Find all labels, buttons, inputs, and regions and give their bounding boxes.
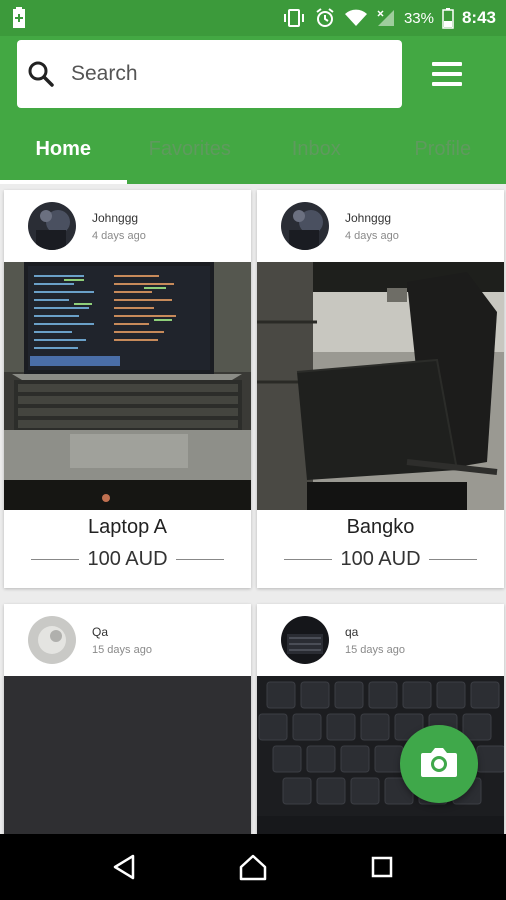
card-header: Johnggg 4 days ago (4, 190, 251, 262)
card-header: qa 15 days ago (257, 604, 504, 676)
search-input[interactable] (71, 62, 371, 86)
back-icon (114, 854, 135, 880)
listing-card[interactable]: Johnggg 4 days ago Bangko 100 AUD (257, 190, 504, 588)
hamburger-icon (432, 62, 462, 66)
listing-title[interactable]: Bangko (257, 516, 504, 540)
search-bar[interactable] (17, 40, 402, 108)
divider (284, 559, 333, 560)
listing-photo[interactable] (257, 262, 504, 510)
divider (31, 559, 80, 560)
system-nav-bar (0, 834, 506, 900)
avatar[interactable] (28, 616, 76, 664)
recents-button[interactable] (362, 847, 402, 887)
battery-saver-icon (10, 6, 28, 30)
listing-title[interactable]: Laptop A (4, 516, 251, 540)
username[interactable]: qa (345, 625, 405, 639)
price-row: 100 AUD (4, 548, 251, 571)
camera-fab[interactable] (400, 725, 478, 803)
home-button[interactable] (233, 847, 273, 887)
recents-icon (371, 856, 392, 878)
card-header: Johnggg 4 days ago (257, 190, 504, 262)
battery-percent: 33% (403, 9, 434, 27)
tab-profile[interactable]: Profile (380, 114, 506, 184)
username[interactable]: Johnggg (345, 211, 399, 225)
vibrate-icon (282, 8, 306, 28)
listing-price: 100 AUD (340, 548, 421, 570)
wifi-icon (344, 8, 368, 28)
listing-card[interactable]: qa 15 days ago (257, 604, 504, 834)
search-icon[interactable] (25, 58, 57, 90)
camera-icon (419, 745, 459, 784)
divider (428, 559, 477, 560)
listing-card[interactable]: Johnggg 4 days ago Laptop A 100 AUD (4, 190, 251, 588)
price-row: 100 AUD (257, 548, 504, 571)
battery-icon (442, 7, 454, 29)
tab-bar: Home Favorites Inbox Profile (0, 114, 506, 184)
tab-home[interactable]: Home (0, 114, 127, 184)
listing-price: 100 AUD (87, 548, 168, 570)
avatar[interactable] (281, 202, 329, 250)
tab-inbox[interactable]: Inbox (253, 114, 380, 184)
listing-photo[interactable] (4, 676, 251, 834)
alarm-icon (314, 7, 336, 29)
tab-favorites[interactable]: Favorites (127, 114, 254, 184)
divider (175, 559, 224, 560)
post-time: 4 days ago (92, 229, 146, 242)
back-button[interactable] (104, 847, 144, 887)
username[interactable]: Johnggg (92, 211, 146, 225)
home-icon (239, 854, 267, 881)
status-bar: 33% 8:43 (0, 0, 506, 36)
avatar[interactable] (28, 202, 76, 250)
app-header (0, 36, 506, 114)
post-time: 15 days ago (345, 643, 405, 656)
post-time: 4 days ago (345, 229, 399, 242)
listing-photo[interactable] (4, 262, 251, 510)
post-time: 15 days ago (92, 643, 152, 656)
avatar[interactable] (281, 616, 329, 664)
username[interactable]: Qa (92, 625, 152, 639)
card-header: Qa 15 days ago (4, 604, 251, 676)
signal-icon (376, 8, 396, 28)
listing-card[interactable]: Qa 15 days ago (4, 604, 251, 834)
clock: 8:43 (461, 8, 496, 27)
menu-button[interactable] (424, 54, 470, 94)
